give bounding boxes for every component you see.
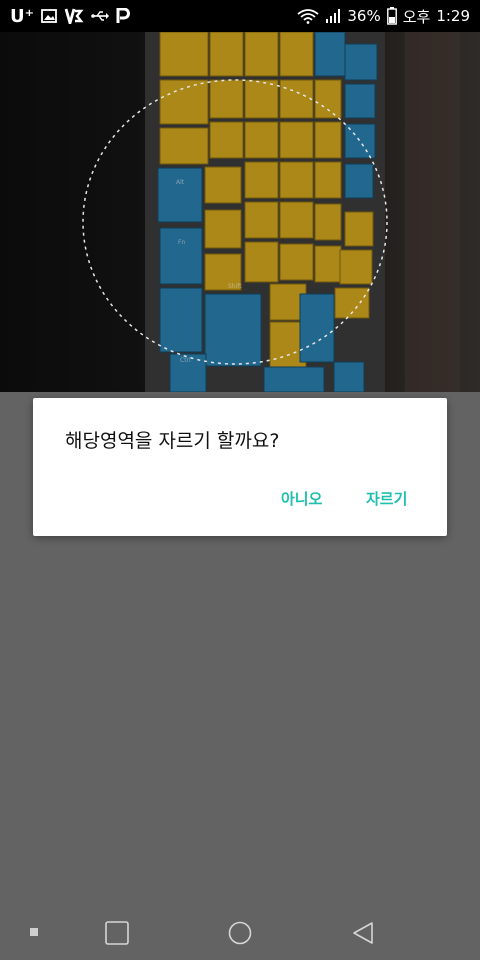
v3-icon (64, 8, 84, 24)
square-icon (105, 921, 129, 945)
navigation-bar (0, 904, 480, 960)
crop-confirm-dialog: 해당영역을 자르기 할까요? 아니오 자르기 (33, 398, 447, 536)
usb-icon (91, 10, 110, 22)
dialog-message: 해당영역을 자르기 할까요? (65, 430, 280, 452)
dot-icon (30, 928, 38, 936)
battery-icon (386, 7, 397, 25)
recent-dot-button[interactable] (26, 924, 42, 940)
home-button[interactable] (225, 918, 255, 948)
no-button[interactable]: 아니오 (281, 488, 322, 509)
back-triangle-icon (353, 922, 373, 944)
clock-ampm: 오후 (402, 7, 431, 26)
carrier-label: U⁺ (10, 5, 35, 27)
status-bar: U⁺ 36% 오후 1:29 (0, 0, 480, 32)
gallery-icon (41, 9, 58, 23)
keyboard-photo: Alt Fn Shift Ctrl (0, 32, 480, 392)
overview-button[interactable] (102, 918, 132, 948)
battery-percent: 36% (347, 7, 381, 25)
p-icon (116, 8, 131, 24)
signal-icon (325, 8, 341, 24)
back-button[interactable] (348, 918, 378, 948)
crop-photo[interactable]: Alt Fn Shift Ctrl (0, 32, 480, 392)
clock-time: 1:29 (436, 7, 470, 25)
circle-icon (228, 921, 252, 945)
crop-button[interactable]: 자르기 (366, 488, 407, 509)
wifi-icon (297, 8, 319, 24)
